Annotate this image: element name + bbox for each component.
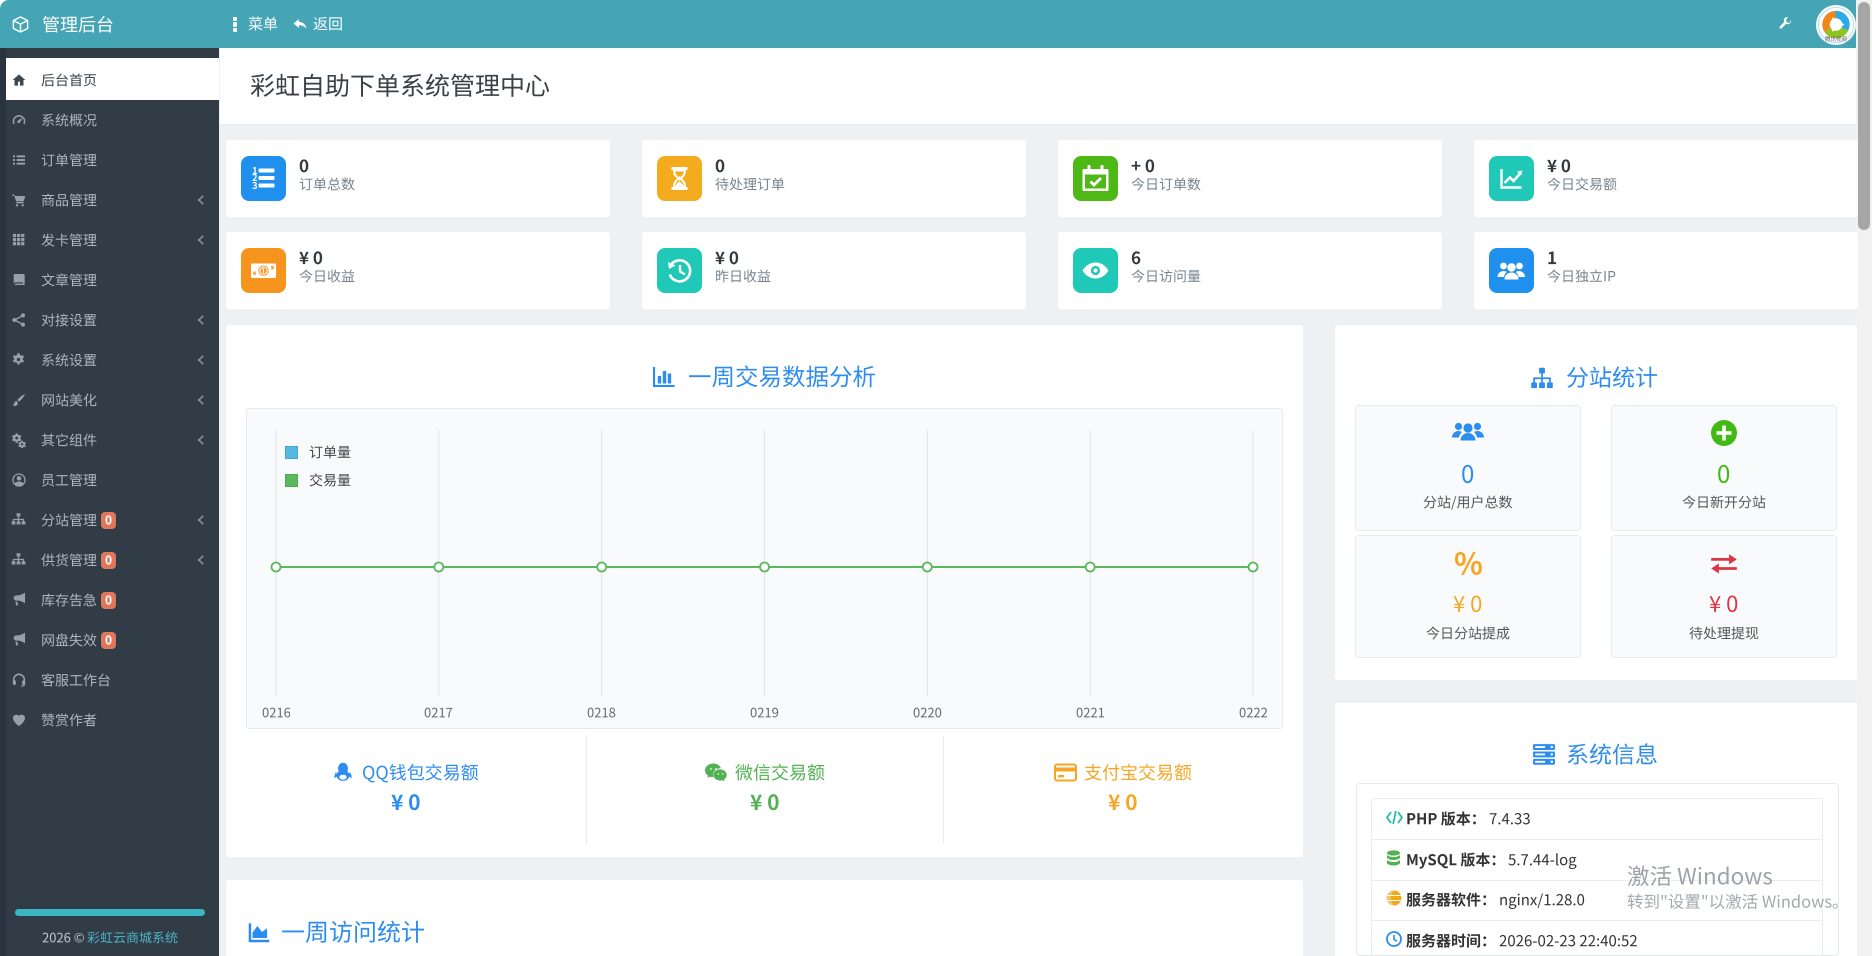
svg-text:腾讯视频: 腾讯视频: [1825, 35, 1848, 43]
